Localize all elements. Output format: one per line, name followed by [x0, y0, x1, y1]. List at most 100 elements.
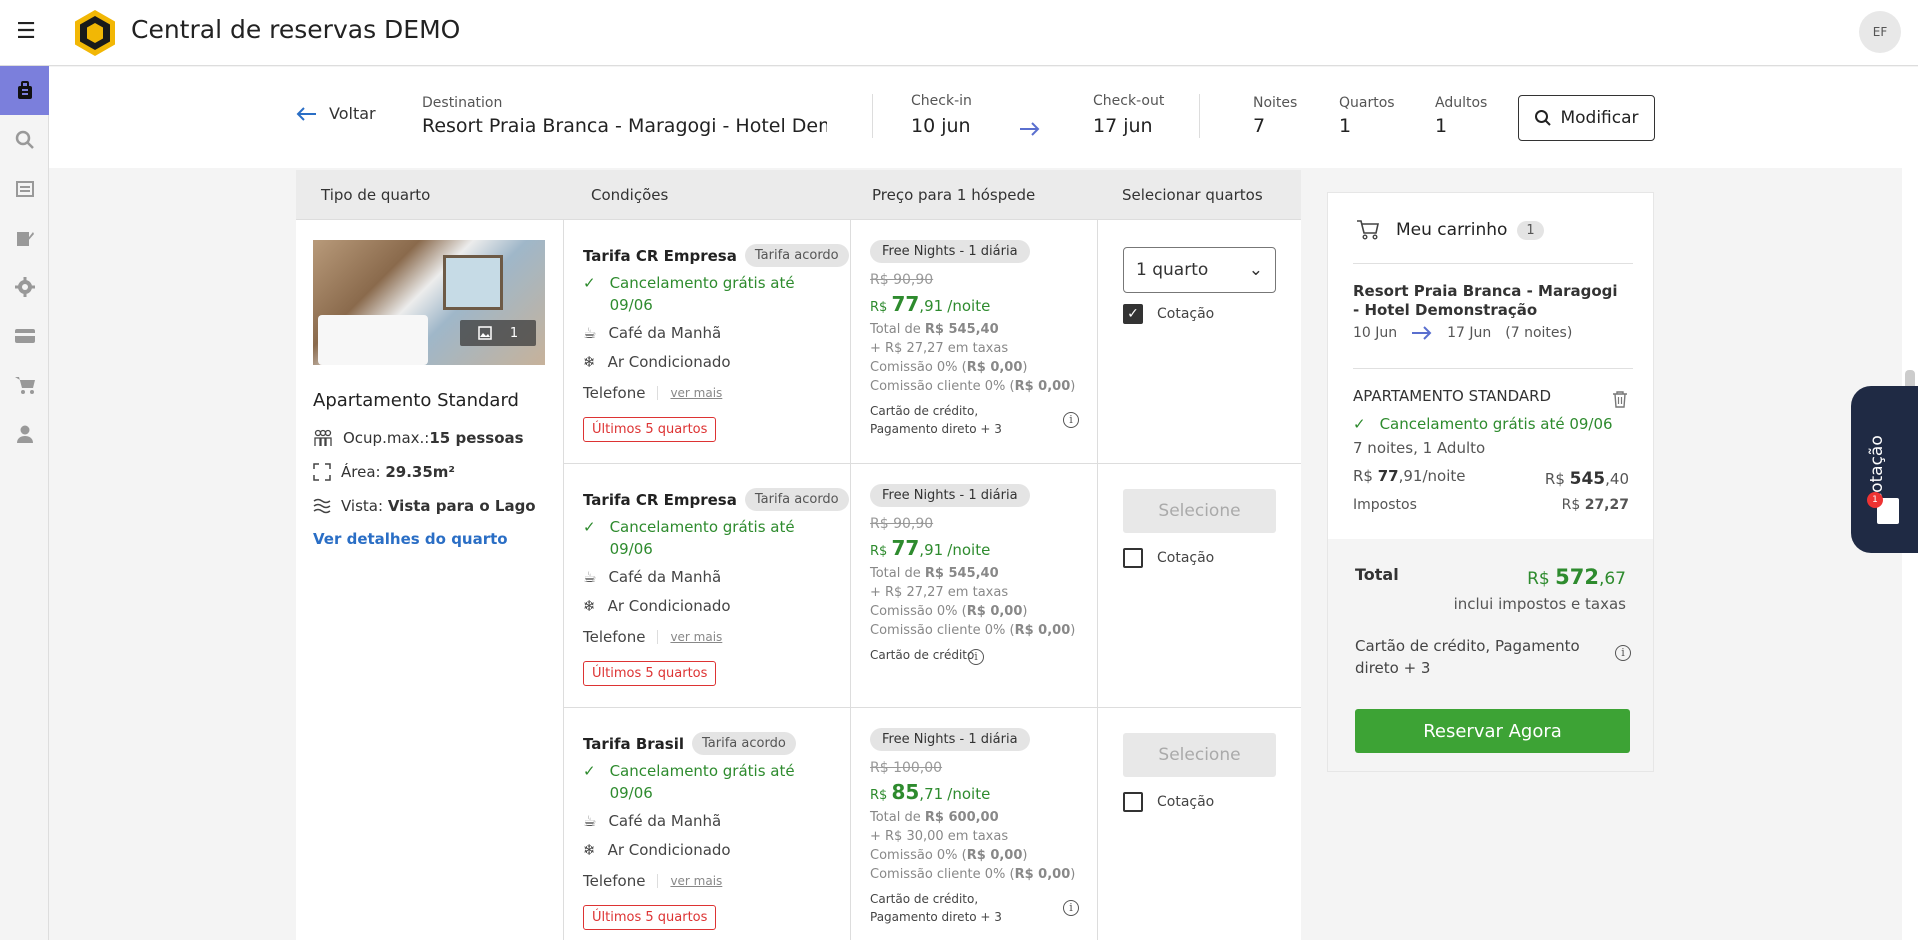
photo-count-badge[interactable]: 1: [460, 320, 536, 346]
free-cancellation: ✓ Cancelamento grátis até 09/06: [583, 760, 833, 804]
sidebar-item-edit[interactable]: [0, 213, 49, 262]
view-value: Vista para o Lago: [387, 497, 536, 515]
total-value: R$ 600,00: [924, 810, 999, 825]
free-cancellation: ✓ Cancelamento grátis até 09/06: [583, 272, 833, 316]
modify-label: Modificar: [1560, 108, 1639, 128]
occupancy-label: Ocup.max.:: [343, 429, 430, 447]
checkbox-unchecked[interactable]: [1123, 548, 1143, 568]
info-icon[interactable]: i: [1615, 645, 1631, 661]
back-label: Voltar: [329, 104, 376, 123]
cart-room-name: APARTAMENTO STANDARD: [1353, 387, 1552, 405]
price-dec: ,91: [1398, 467, 1423, 485]
check-icon: ✓: [583, 274, 596, 292]
info-icon[interactable]: i: [1063, 412, 1079, 428]
edit-document-icon: [16, 231, 34, 246]
amenity-ac: ❄ Ar Condicionado: [583, 597, 731, 615]
people-icon: [314, 429, 332, 446]
per-night: /noite: [947, 297, 991, 315]
coffee-icon: ☕: [583, 812, 597, 830]
info-icon[interactable]: i: [1063, 900, 1079, 916]
amenity-text: Ar Condicionado: [607, 841, 731, 859]
rate-name-row: Tarifa CR Empresa Tarifa acordo: [583, 244, 849, 267]
client-commission-close: ): [1070, 623, 1076, 638]
snowflake-icon: ❄: [583, 353, 596, 371]
cart-subtotal: R$ 545,40: [1545, 469, 1629, 489]
commission-text: Comissão 0% (: [870, 604, 967, 619]
price-int: 77: [891, 536, 920, 560]
photo-count: 1: [509, 325, 519, 341]
trash-icon[interactable]: [1612, 390, 1628, 408]
select-button[interactable]: Selecione: [1123, 489, 1276, 533]
currency: R$: [870, 788, 888, 803]
cart-payment-methods: Cartão de crédito, Pagamento direto + 3: [1355, 637, 1580, 677]
commission-line: Comissão 0% (R$ 0,00): [870, 848, 1027, 863]
modify-button[interactable]: Modificar: [1518, 95, 1655, 141]
total-value: R$ 572,67: [1527, 565, 1626, 589]
nightly-price: R$ 85,71 /noite: [870, 780, 990, 804]
sidebar-item-hotels[interactable]: [0, 66, 49, 115]
date-to: 17 Jun: [1447, 325, 1492, 341]
see-more-link[interactable]: ver mais: [657, 874, 722, 888]
sidebar-item-search[interactable]: [0, 115, 49, 164]
cart-hotel-name: Resort Praia Branca - Maragogi - Hotel D…: [1353, 282, 1618, 319]
client-commission-line: Comissão cliente 0% (R$ 0,00): [870, 623, 1075, 638]
sidebar-item-cart[interactable]: [0, 360, 49, 409]
see-more-link[interactable]: ver mais: [657, 630, 722, 644]
price-dec: ,71: [919, 785, 944, 803]
amenity-phone: Telefone ver mais: [583, 628, 722, 646]
header-price: Preço para 1 hóspede: [872, 186, 1036, 204]
room-photo[interactable]: 1: [313, 240, 545, 365]
back-button[interactable]: Voltar: [295, 104, 376, 123]
user-icon: [16, 425, 33, 443]
quote-checkbox[interactable]: Cotação: [1123, 792, 1214, 812]
scarcity-badge: Últimos 5 quartos: [583, 905, 717, 930]
free-cancellation: ✓ Cancelamento grátis até 09/06: [583, 516, 833, 560]
see-more-link[interactable]: ver mais: [657, 386, 722, 400]
check-icon: ✓: [583, 518, 596, 536]
sidebar: [0, 66, 49, 940]
sidebar-item-users[interactable]: [0, 409, 49, 458]
user-avatar[interactable]: EF: [1859, 11, 1901, 53]
total-label: Total de: [870, 566, 921, 581]
room-quantity-select[interactable]: 1 quarto ⌄: [1123, 247, 1276, 293]
checkbox-unchecked[interactable]: [1123, 792, 1143, 812]
view-label: Vista:: [341, 497, 384, 515]
rooms-label: Quartos: [1339, 95, 1395, 111]
amenity-phone: Telefone ver mais: [583, 872, 722, 890]
rate-badge: Tarifa acordo: [692, 732, 796, 755]
sidebar-item-list[interactable]: [0, 164, 49, 213]
commission-close: ): [1022, 360, 1028, 375]
total-line: Total de R$ 545,40: [870, 566, 999, 581]
cancel-text: Cancelamento grátis até 09/06: [609, 274, 795, 314]
brand-logo: [75, 10, 115, 56]
gear-icon: [14, 276, 35, 297]
room-view: Vista: Vista para o Lago: [313, 497, 536, 515]
cancel-text: Cancelamento grátis até 09/06: [609, 518, 795, 558]
room-details-link[interactable]: Ver detalhes do quarto: [313, 530, 508, 548]
search-icon: [1535, 110, 1552, 126]
select-button[interactable]: Selecione: [1123, 733, 1276, 777]
info-icon[interactable]: i: [968, 649, 984, 665]
destination-value: Resort Praia Branca - Maragogi - Hotel D…: [422, 115, 827, 137]
luggage-icon: [17, 80, 32, 99]
arrow-left-icon: [296, 106, 316, 121]
sidebar-item-payments[interactable]: [0, 311, 49, 360]
top-bar: ☰ Central de reservas DEMO EF: [0, 0, 1918, 66]
checkbox-checked[interactable]: ✓: [1123, 304, 1143, 324]
nights-label: Noites: [1253, 95, 1298, 111]
app-title: Central de reservas DEMO: [131, 15, 461, 44]
commission-line: Comissão 0% (R$ 0,00): [870, 604, 1027, 619]
cart-icon: [14, 376, 35, 394]
menu-icon[interactable]: ☰: [13, 18, 39, 46]
check-icon: ✓: [1353, 415, 1366, 433]
reserve-now-button[interactable]: Reservar Agora: [1355, 709, 1630, 753]
price-int: 77: [1377, 467, 1399, 485]
checkout-value: 17 jun: [1093, 115, 1153, 137]
coffee-icon: ☕: [583, 568, 597, 586]
quote-checkbox[interactable]: Cotação: [1123, 548, 1214, 568]
quote-count-badge: 1: [1867, 492, 1883, 508]
divider: [1353, 263, 1633, 264]
rate-price: Free Nights - 1 diária R$ 90,90 R$ 77,91…: [851, 464, 1098, 707]
quote-checkbox[interactable]: ✓ Cotação: [1123, 304, 1214, 324]
sidebar-item-settings[interactable]: [0, 262, 49, 311]
